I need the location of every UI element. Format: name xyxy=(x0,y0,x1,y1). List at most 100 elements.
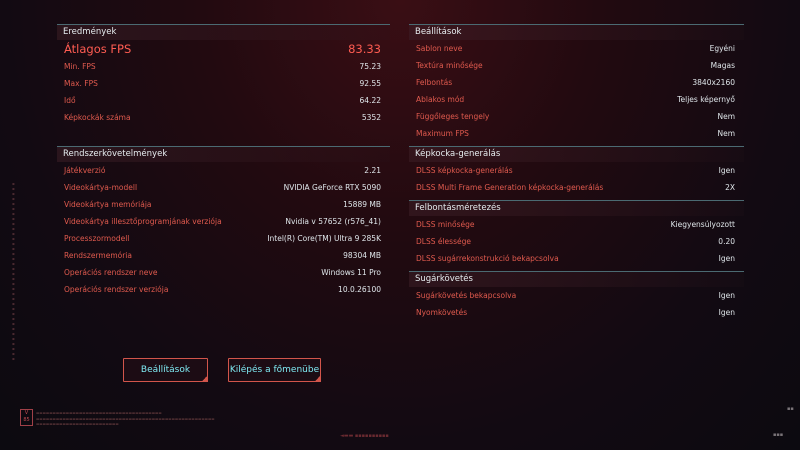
version-badge-icon: V 85 xyxy=(20,409,33,426)
dlss-frame-gen-row: DLSS képkocka-generálás Igen xyxy=(409,162,744,179)
raytracing-title: Sugárkövetés xyxy=(409,272,744,287)
settings-title: Beállítások xyxy=(409,25,744,40)
row-value: 5352 xyxy=(361,113,381,122)
os-version-row: Operációs rendszer verziója 10.0.26100 xyxy=(57,281,390,298)
corner-mark-icon: ▪▪ xyxy=(787,406,794,412)
legal-text-decoration: ▬▬▬▬▬▬▬▬▬▬▬▬▬▬▬▬▬▬▬▬▬▬▬▬▬ xyxy=(36,422,119,426)
exit-to-main-menu-button[interactable]: Kilépés a főmenübe xyxy=(228,358,321,382)
texture-quality-row: Textúra minősége Magas xyxy=(409,57,744,74)
row-label: DLSS minősége xyxy=(416,220,475,229)
row-label: Játékverzió xyxy=(64,166,106,175)
row-label: Idő xyxy=(64,96,76,105)
row-value: 10.0.26100 xyxy=(338,285,381,294)
row-value: Teljes képernyő xyxy=(677,95,735,104)
path-tracing-row: Nyomkövetés Igen xyxy=(409,304,744,321)
cpu-model-row: Processzormodell Intel(R) Core(TM) Ultra… xyxy=(57,230,390,247)
preset-name-row: Sablon neve Egyéni xyxy=(409,40,744,57)
frame-count-row: Képkockák száma 5352 xyxy=(57,109,390,126)
upscaling-panel: Felbontásméretezés DLSS minősége Kiegyen… xyxy=(409,200,744,267)
results-panel: Eredmények Átlagos FPS 83.33 Min. FPS 75… xyxy=(57,24,390,126)
row-label: Operációs rendszer neve xyxy=(64,268,158,277)
row-value: Igen xyxy=(718,291,735,300)
row-value: 92.55 xyxy=(359,79,381,88)
row-label: DLSS Multi Frame Generation képkocka-gen… xyxy=(416,183,604,192)
row-label: Processzormodell xyxy=(64,234,130,243)
row-value: Nvidia v 57652 (r576_41) xyxy=(285,217,381,226)
row-label: Rendszermemória xyxy=(64,251,132,260)
dlss-mfg-row: DLSS Multi Frame Generation képkocka-gen… xyxy=(409,179,744,196)
row-label: Videokártya illesztőprogramjának verziój… xyxy=(64,217,222,226)
side-text-decoration: ▪▪▪▪▪▪▪▪▪▪▪▪▪▪▪▪▪▪▪▪▪▪▪▪▪▪▪▪▪▪▪▪▪▪▪▪ xyxy=(11,182,16,362)
corner-mark-icon: ▪▪▪ xyxy=(773,432,784,438)
settings-panel: Beállítások Sablon neve Egyéni Textúra m… xyxy=(409,24,744,142)
row-label: DLSS képkocka-generálás xyxy=(416,166,513,175)
row-value: Nem xyxy=(717,112,735,121)
row-value: 2X xyxy=(725,183,735,192)
frame-gen-panel: Képkocka-generálás DLSS képkocka-generál… xyxy=(409,146,744,196)
dlss-quality-row: DLSS minősége Kiegyensúlyozott xyxy=(409,216,744,233)
row-label: Videokártya memóriája xyxy=(64,200,152,209)
resolution-row: Felbontás 3840x2160 xyxy=(409,74,744,91)
dlss-ray-reconstruction-row: DLSS sugárrekonstrukció bekapcsolva Igen xyxy=(409,250,744,267)
game-version-row: Játékverzió 2.21 xyxy=(57,162,390,179)
row-value: Igen xyxy=(718,308,735,317)
row-value: 15889 MB xyxy=(343,200,381,209)
row-value: 2.21 xyxy=(364,166,381,175)
raytracing-panel: Sugárkövetés Sugárkövetés bekapcsolva Ig… xyxy=(409,271,744,321)
row-value: 3840x2160 xyxy=(692,78,735,87)
row-value: Igen xyxy=(718,166,735,175)
row-value: 83.33 xyxy=(348,42,381,56)
vsync-row: Függőleges tengely Nem xyxy=(409,108,744,125)
row-value: Magas xyxy=(710,61,735,70)
gpu-model-row: Videokártya-modell NVIDIA GeForce RTX 50… xyxy=(57,179,390,196)
row-label: DLSS élessége xyxy=(416,237,471,246)
row-value: Intel(R) Core(TM) Ultra 9 285K xyxy=(267,234,381,243)
legal-text-decoration: ▬▬▬▬▬▬▬▬▬▬▬▬▬▬▬▬▬▬▬▬▬▬▬▬▬▬▬▬▬▬▬▬▬▬▬▬▬▬ xyxy=(36,411,162,415)
settings-button[interactable]: Beállítások xyxy=(123,358,208,382)
row-value: Egyéni xyxy=(709,44,735,53)
time-row: Idő 64.22 xyxy=(57,92,390,109)
row-label: Max. FPS xyxy=(64,79,98,88)
results-title: Eredmények xyxy=(57,25,390,40)
row-label: Képkockák száma xyxy=(64,113,131,122)
row-label: Nyomkövetés xyxy=(416,308,468,317)
row-value: Nem xyxy=(717,129,735,138)
row-value: 75.23 xyxy=(359,62,381,71)
gpu-driver-row: Videokártya illesztőprogramjának verziój… xyxy=(57,213,390,230)
row-label: Min. FPS xyxy=(64,62,96,71)
row-label: Felbontás xyxy=(416,78,453,87)
raytracing-enabled-row: Sugárkövetés bekapcsolva Igen xyxy=(409,287,744,304)
window-mode-row: Ablakos mód Teljes képernyő xyxy=(409,91,744,108)
row-value: 98304 MB xyxy=(343,251,381,260)
row-label: Maximum FPS xyxy=(416,129,469,138)
row-label: Textúra minősége xyxy=(416,61,483,70)
upscaling-title: Felbontásméretezés xyxy=(409,201,744,216)
system-memory-row: Rendszermemória 98304 MB xyxy=(57,247,390,264)
row-label: Sablon neve xyxy=(416,44,463,53)
row-value: 0.20 xyxy=(718,237,735,246)
system-title: Rendszerkövetelmények xyxy=(57,147,390,162)
legal-text-decoration: ▬▬▬▬▬▬▬▬▬▬▬▬▬▬▬▬▬▬▬▬▬▬▬▬▬▬▬▬▬▬▬▬▬▬▬▬▬▬▬▬… xyxy=(36,417,215,421)
avg-fps-row: Átlagos FPS 83.33 xyxy=(57,40,390,58)
gpu-memory-row: Videokártya memóriája 15889 MB xyxy=(57,196,390,213)
row-value: 64.22 xyxy=(359,96,381,105)
row-label: Függőleges tengely xyxy=(416,112,490,121)
row-label: Sugárkövetés bekapcsolva xyxy=(416,291,517,300)
row-label: Operációs rendszer verziója xyxy=(64,285,169,294)
row-label: Ablakos mód xyxy=(416,95,465,104)
system-panel: Rendszerkövetelmények Játékverzió 2.21 V… xyxy=(57,146,390,298)
min-fps-row: Min. FPS 75.23 xyxy=(57,58,390,75)
os-name-row: Operációs rendszer neve Windows 11 Pro xyxy=(57,264,390,281)
max-fps-setting-row: Maximum FPS Nem xyxy=(409,125,744,142)
row-label: Átlagos FPS xyxy=(64,42,132,56)
row-label: Videokártya-modell xyxy=(64,183,138,192)
row-value: Igen xyxy=(718,254,735,263)
max-fps-row: Max. FPS 92.55 xyxy=(57,75,390,92)
row-value: Kiegyensúlyozott xyxy=(670,220,735,229)
row-label: DLSS sugárrekonstrukció bekapcsolva xyxy=(416,254,559,263)
frame-gen-title: Képkocka-generálás xyxy=(409,147,744,162)
dlss-sharpness-row: DLSS élessége 0.20 xyxy=(409,233,744,250)
row-value: Windows 11 Pro xyxy=(321,268,381,277)
row-value: NVIDIA GeForce RTX 5090 xyxy=(283,183,381,192)
bottom-logo-icon: ◄▬▬ ▪▪▪▪▪▪▪▪▪▪ xyxy=(340,433,389,439)
